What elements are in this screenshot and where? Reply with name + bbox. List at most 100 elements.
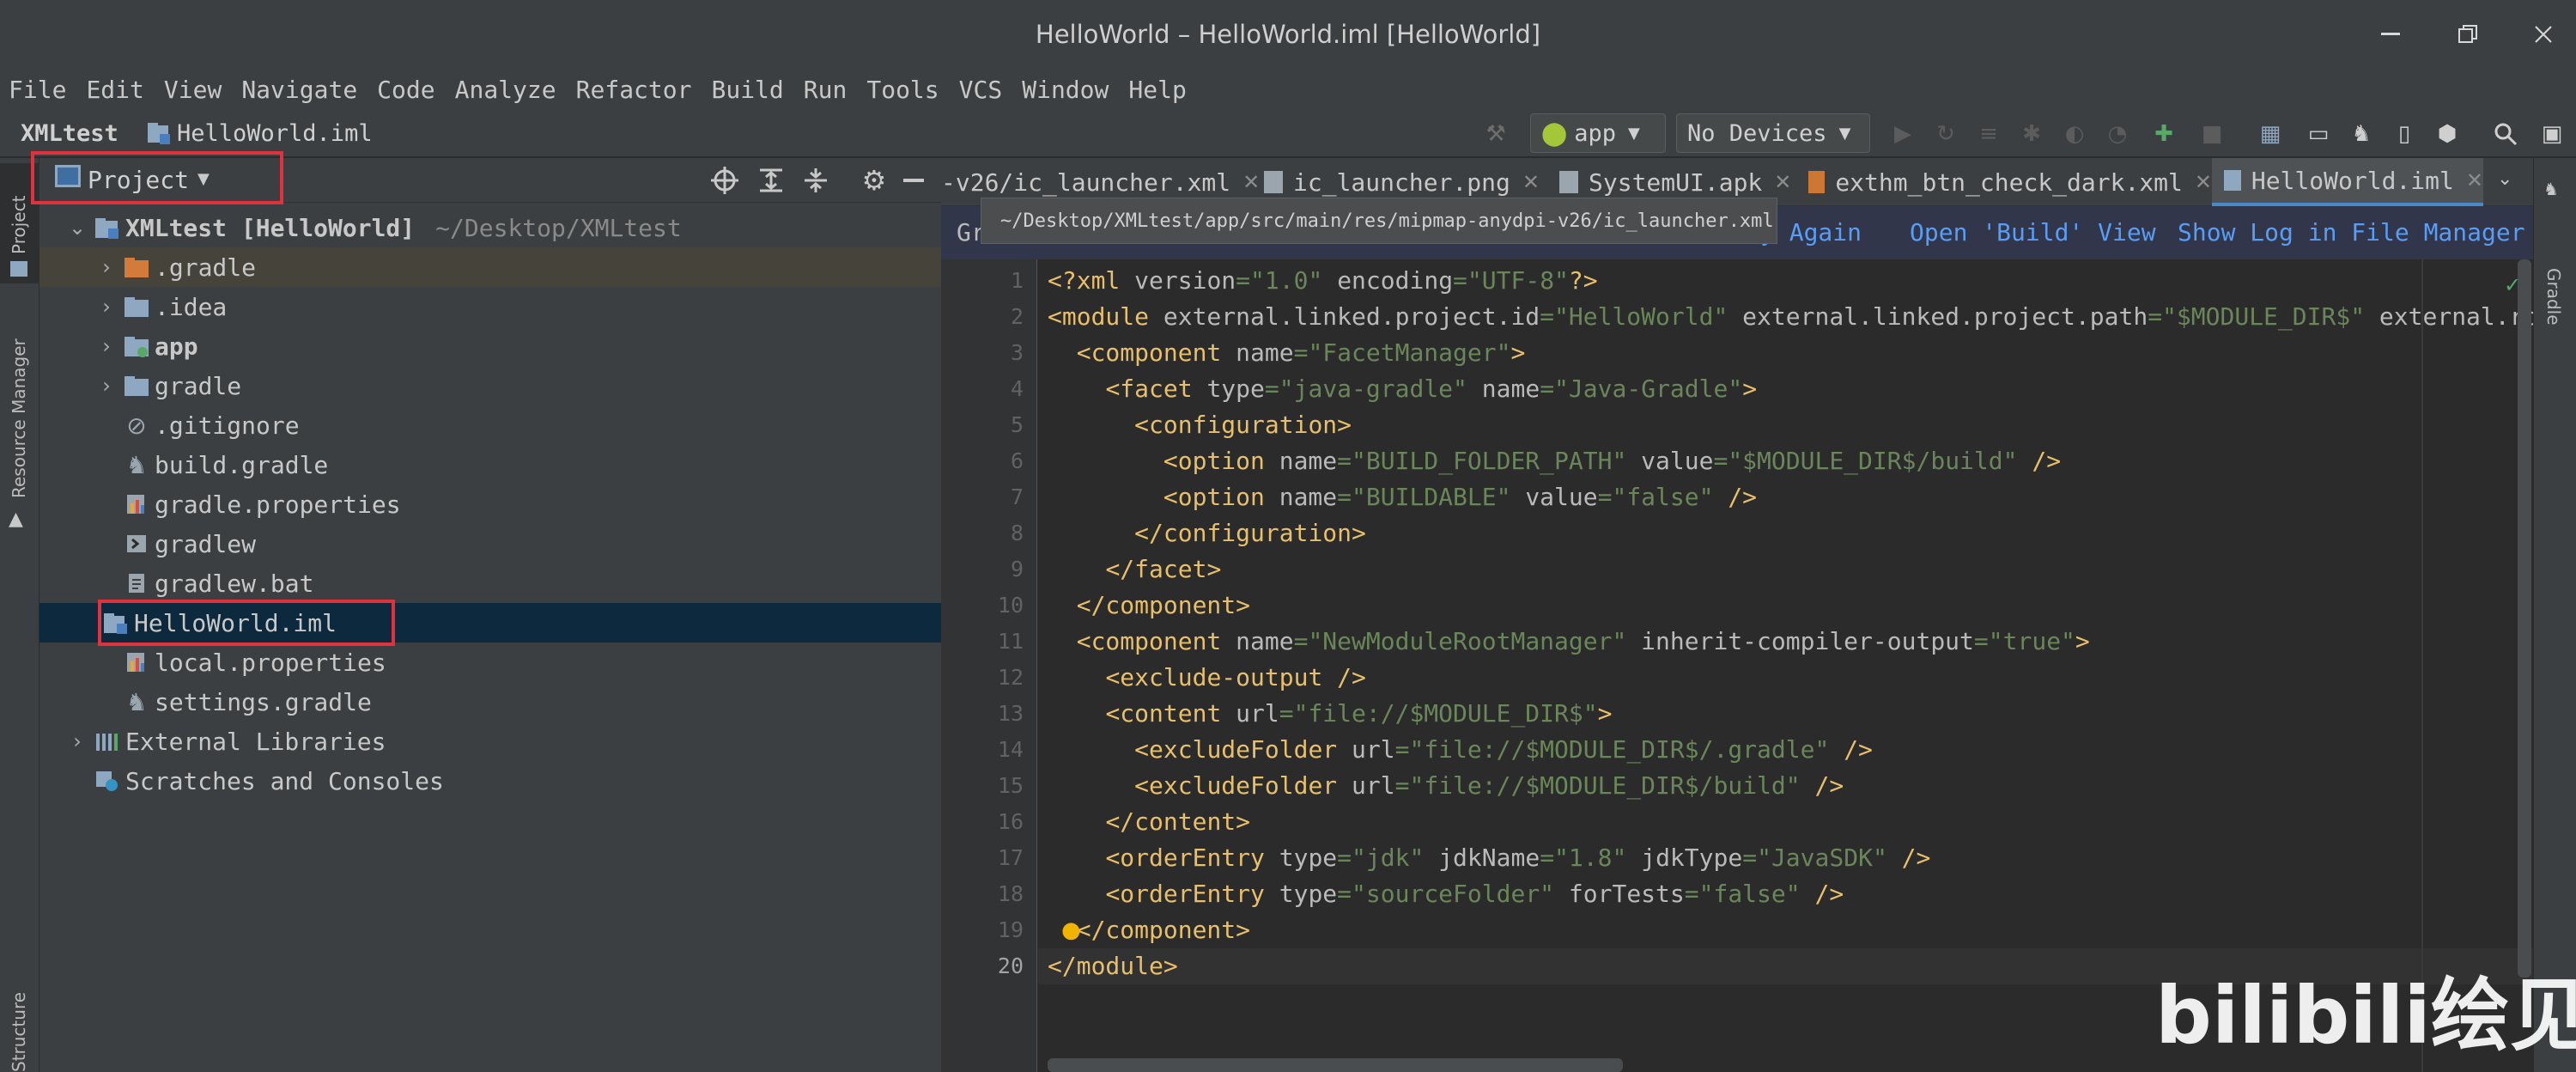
close-icon[interactable]: ✕ (2195, 170, 2212, 194)
tree-item-gradlew[interactable]: gradlew (39, 524, 941, 563)
stop-icon[interactable]: ■ (2195, 117, 2229, 151)
gradle-elephant-icon[interactable]: ♞ (2344, 117, 2379, 151)
minimize-button[interactable] (2349, 0, 2432, 69)
open-build-view-link[interactable]: Open 'Build' View (1910, 206, 2156, 259)
expand-all-icon[interactable] (756, 165, 787, 196)
tree-item-local-properties[interactable]: local.properties (39, 643, 941, 682)
project-tool-label[interactable]: Project (9, 196, 29, 254)
code-line[interactable]: <excludeFolder url="file://$MODULE_DIR$/… (1048, 768, 1844, 804)
project-structure-icon[interactable]: ▦ (2253, 117, 2287, 151)
code-line[interactable]: <component name="NewModuleRootManager" i… (1048, 624, 2090, 660)
maximize-button[interactable] (2427, 0, 2509, 69)
hammer-icon[interactable]: ⚒ (1479, 117, 1513, 151)
collapsed-arrow-icon[interactable]: › (62, 729, 93, 753)
breadcrumb-file[interactable]: HelloWorld.iml (177, 112, 373, 156)
code-line[interactable]: <orderEntry type="sourceFolder" forTests… (1048, 876, 1844, 912)
apply-code-icon[interactable]: ≡ (1971, 117, 2006, 151)
sdk-manager-icon[interactable]: ⬢ (2430, 117, 2464, 151)
tree-item-dot-idea[interactable]: › .idea (39, 287, 941, 326)
run-config-select[interactable]: ⬤ app ▼ (1530, 113, 1666, 153)
code-line[interactable]: <orderEntry type="jdk" jdkName="1.8" jdk… (1048, 840, 1930, 876)
project-view-select[interactable]: Project (88, 160, 189, 201)
search-icon[interactable] (2488, 117, 2523, 151)
menu-navigate[interactable]: Navigate (241, 76, 357, 104)
close-icon[interactable]: ✕ (1774, 170, 1791, 194)
tree-item-gradle[interactable]: › gradle (39, 366, 941, 405)
gradle-tool-label[interactable]: Gradle (2543, 268, 2564, 326)
avd-manager-icon[interactable]: ▯ (2387, 117, 2421, 151)
vertical-scrollbar[interactable] (2518, 259, 2531, 978)
structure-tool-label[interactable]: Structure (9, 992, 29, 1072)
menu-edit[interactable]: Edit (86, 76, 143, 104)
tree-item-settings-gradle[interactable]: ♞ settings.gradle (39, 682, 941, 722)
properties-file-icon (122, 491, 151, 517)
menu-refactor[interactable]: Refactor (576, 76, 692, 104)
collapsed-arrow-icon[interactable]: › (91, 374, 122, 398)
menu-analyze[interactable]: Analyze (455, 76, 556, 104)
tab-helloworld-iml[interactable]: HelloWorld.iml ✕ (2212, 158, 2483, 206)
tab-list-chevron-icon[interactable]: ⌄ (2497, 168, 2512, 190)
locate-target-icon[interactable] (709, 165, 740, 196)
collapse-all-icon[interactable] (800, 165, 831, 196)
tree-item-build-gradle[interactable]: ♞ build.gradle (39, 445, 941, 484)
code-line[interactable]: </facet> (1048, 551, 1221, 588)
run-icon[interactable]: ▶ (1886, 117, 1920, 151)
code-line[interactable]: <exclude-output /> (1048, 660, 1365, 696)
horizontal-scrollbar[interactable] (1048, 1058, 1623, 1072)
menu-view[interactable]: View (164, 76, 222, 104)
gear-icon[interactable]: ⚙ (859, 165, 890, 196)
tree-item-gradle-properties[interactable]: gradle.properties (39, 484, 941, 524)
apply-changes-icon[interactable]: ↻ (1929, 117, 1963, 151)
image-icon[interactable]: ▣ (2535, 117, 2569, 151)
sync-gradle-icon[interactable]: ✚ (2147, 117, 2181, 151)
menu-vcs[interactable]: VCS (959, 76, 1003, 104)
attach-debugger-icon[interactable]: ◐ (2057, 117, 2092, 151)
menu-run[interactable]: Run (804, 76, 848, 104)
menu-code[interactable]: Code (377, 76, 434, 104)
terminal-icon[interactable]: ▭ (2301, 117, 2336, 151)
code-line[interactable]: </module> (1048, 948, 1178, 984)
intention-bulb-icon[interactable]: ● (1061, 917, 1081, 943)
code-line[interactable]: <excludeFolder url="file://$MODULE_DIR$/… (1048, 732, 1873, 768)
tree-item-dot-gradle[interactable]: › .gradle (39, 247, 941, 287)
device-select[interactable]: No Devices ▼ (1676, 113, 1870, 153)
collapsed-arrow-icon[interactable]: › (91, 295, 122, 319)
code-line[interactable]: </configuration> (1048, 515, 1366, 551)
code-line[interactable]: <?xml version="1.0" encoding="UTF-8"?> (1048, 263, 1598, 299)
menu-file[interactable]: File (9, 76, 66, 104)
tree-item-gradlew-bat[interactable]: gradlew.bat (39, 563, 941, 603)
code-line[interactable]: <module external.linked.project.id="Hell… (1048, 299, 2576, 335)
tree-item-gitignore[interactable]: ⊘ .gitignore (39, 405, 941, 445)
tree-item-external-libraries[interactable]: › External Libraries (39, 722, 941, 761)
debug-icon[interactable]: ✱ (2014, 117, 2049, 151)
hide-panel-icon[interactable] (903, 179, 924, 182)
resource-manager-tool-label[interactable]: Resource Manager (9, 338, 29, 498)
code-line[interactable]: <content url="file://$MODULE_DIR$"> (1048, 696, 1612, 732)
breadcrumb-project[interactable]: XMLtest (21, 112, 118, 156)
expanded-arrow-icon[interactable]: ⌄ (62, 216, 93, 240)
menu-build[interactable]: Build (711, 76, 783, 104)
close-icon[interactable]: ✕ (1522, 170, 1540, 194)
code-line[interactable]: <component name="FacetManager"> (1048, 335, 1526, 371)
close-window-button[interactable] (2502, 0, 2576, 69)
code-line[interactable]: <configuration> (1048, 407, 1352, 443)
code-line[interactable]: <option name="BUILD_FOLDER_PATH" value="… (1048, 443, 2061, 479)
profile-icon[interactable]: ◔ (2100, 117, 2135, 151)
tab-exthm-btn-check-dark-xml[interactable]: exthm_btn_check_dark.xml ✕ (1800, 158, 2212, 206)
close-icon[interactable]: ✕ (2466, 168, 2483, 192)
tree-item-app[interactable]: › app (39, 326, 941, 366)
tree-root[interactable]: ⌄ XMLtest [HelloWorld] ~/Desktop/XMLtest (39, 208, 941, 247)
show-log-link[interactable]: Show Log in File Manager (2178, 206, 2525, 259)
collapsed-arrow-icon[interactable]: › (91, 334, 122, 358)
code-line[interactable]: </content> (1048, 804, 1250, 840)
gradle-tool-button[interactable]: Gradle (2543, 199, 2576, 326)
menu-window[interactable]: Window (1022, 76, 1109, 104)
chevron-down-icon[interactable]: ▼ (197, 170, 210, 188)
tree-item-scratches[interactable]: Scratches and Consoles (39, 761, 941, 801)
code-line[interactable]: </component> (1048, 588, 1250, 624)
collapsed-arrow-icon[interactable]: › (91, 255, 122, 279)
code-line[interactable]: <option name="BUILDABLE" value="false" /… (1048, 479, 1757, 515)
menu-tools[interactable]: Tools (866, 76, 939, 104)
code-line[interactable]: <facet type="java-gradle" name="Java-Gra… (1048, 371, 1757, 407)
menu-help[interactable]: Help (1128, 76, 1186, 104)
